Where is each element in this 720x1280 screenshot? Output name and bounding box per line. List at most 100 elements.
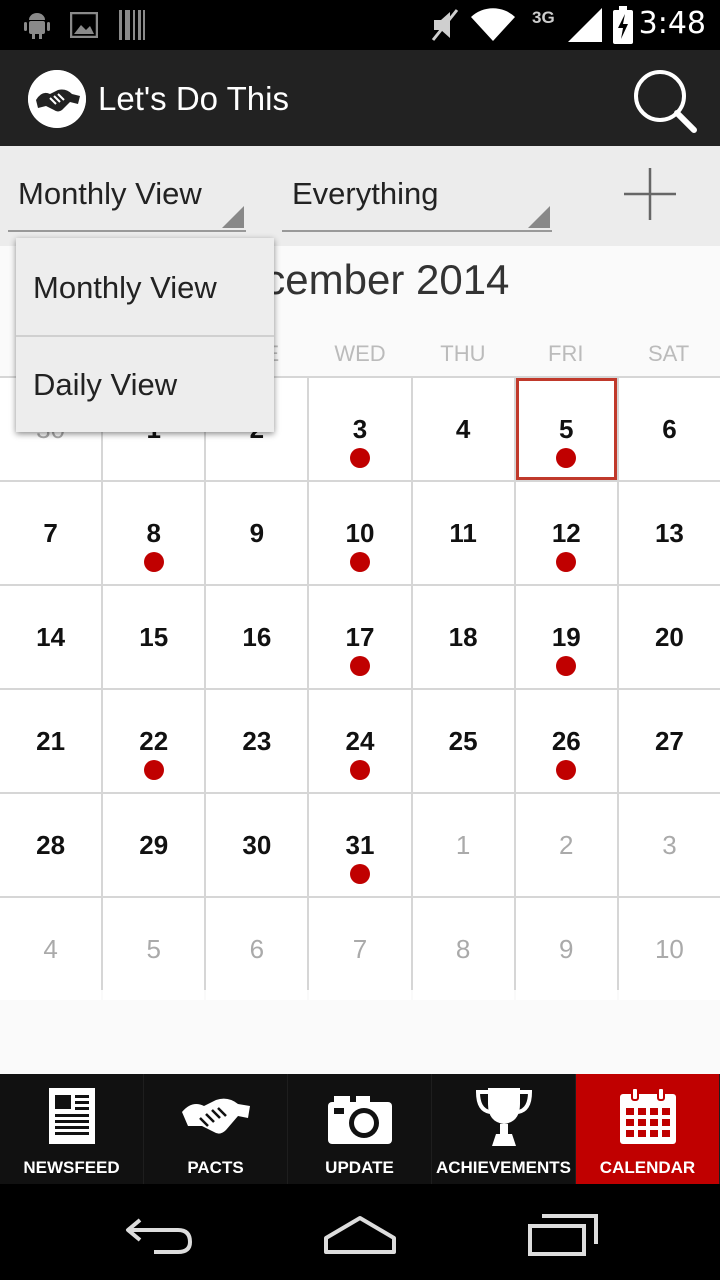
calendar-day[interactable]: 8: [412, 898, 514, 1000]
day-number: 7: [352, 934, 368, 964]
dropdown-triangle-icon: [222, 206, 244, 228]
day-number: 4: [455, 414, 471, 444]
handshake-logo-icon[interactable]: [28, 70, 86, 128]
calendar-day[interactable]: 9: [515, 898, 617, 1000]
home-icon[interactable]: [320, 1204, 400, 1260]
calendar-day[interactable]: 22: [103, 690, 205, 792]
calendar-day[interactable]: 14: [0, 586, 102, 688]
view-spinner-label: Monthly View: [18, 176, 202, 211]
day-number: 8: [455, 934, 471, 964]
calendar-day[interactable]: 20: [618, 586, 720, 688]
calendar-day[interactable]: 3: [309, 378, 411, 480]
newspaper-icon: [48, 1088, 95, 1144]
event-dot: [349, 656, 370, 676]
calendar-day[interactable]: 10: [309, 482, 411, 584]
day-number: 24: [345, 726, 375, 756]
category-spinner[interactable]: Everything: [282, 146, 552, 232]
calendar-day[interactable]: 30: [206, 794, 308, 896]
calendar-day-today[interactable]: 5: [515, 378, 617, 480]
calendar-day[interactable]: 10: [618, 898, 720, 1000]
day-number: 15: [139, 622, 169, 652]
plus-icon[interactable]: [620, 166, 680, 222]
back-icon[interactable]: [120, 1204, 200, 1260]
tab-pacts-label: PACTS: [187, 1158, 244, 1177]
calendar-day[interactable]: 16: [206, 586, 308, 688]
menu-item-daily-view[interactable]: Daily View: [16, 335, 274, 432]
event-dot: [349, 760, 370, 780]
tab-achievements[interactable]: ACHIEVEMENTS: [432, 1074, 576, 1184]
calendar-day[interactable]: 6: [206, 898, 308, 1000]
day-number: 28: [36, 830, 66, 860]
day-number: 3: [352, 414, 368, 444]
calendar-day[interactable]: 9: [206, 482, 308, 584]
calendar-day[interactable]: 5: [103, 898, 205, 1000]
calendar-day[interactable]: 6: [618, 378, 720, 480]
tab-newsfeed-label: NEWSFEED: [23, 1158, 120, 1177]
tab-update-label: UPDATE: [325, 1158, 394, 1177]
calendar-day[interactable]: 7: [309, 898, 411, 1000]
calendar-day[interactable]: 31: [309, 794, 411, 896]
day-number: 10: [654, 934, 684, 964]
day-number: 26: [551, 726, 581, 756]
calendar-day[interactable]: 4: [412, 378, 514, 480]
calendar-day[interactable]: 23: [206, 690, 308, 792]
day-number: 7: [43, 518, 58, 548]
calendar-day[interactable]: 29: [103, 794, 205, 896]
day-number: 20: [654, 622, 684, 652]
day-number: 25: [448, 726, 478, 756]
calendar-day[interactable]: 13: [618, 482, 720, 584]
event-dot: [349, 552, 370, 572]
calendar-day[interactable]: 1: [412, 794, 514, 896]
tab-pacts[interactable]: PACTS: [144, 1074, 288, 1184]
calendar-day[interactable]: 24: [309, 690, 411, 792]
mute-icon: [431, 9, 459, 41]
calendar-day[interactable]: 4: [0, 898, 102, 1000]
event-dot: [556, 760, 577, 780]
weekday-label: SAT: [648, 341, 690, 366]
calendar-day[interactable]: 25: [412, 690, 514, 792]
calendar-day[interactable]: 28: [0, 794, 102, 896]
event-dot: [349, 448, 370, 468]
day-number: 29: [139, 830, 169, 860]
weekday-label: FRI: [548, 341, 584, 366]
day-number: 17: [345, 622, 375, 652]
trophy-icon: [475, 1088, 532, 1146]
event-dot: [556, 448, 577, 468]
calendar-day[interactable]: 26: [515, 690, 617, 792]
day-number: 11: [449, 518, 477, 548]
day-number: 22: [139, 726, 169, 756]
tab-calendar[interactable]: CALENDAR: [576, 1074, 720, 1184]
calendar-day[interactable]: 21: [0, 690, 102, 792]
day-number: 9: [559, 934, 574, 964]
calendar-day[interactable]: 27: [618, 690, 720, 792]
handshake-icon: [181, 1098, 250, 1134]
month-title-visible-part: cember 2014: [264, 256, 510, 303]
search-icon[interactable]: [624, 64, 704, 138]
tab-update[interactable]: UPDATE: [288, 1074, 432, 1184]
calendar-day[interactable]: 18: [412, 586, 514, 688]
calendar-day[interactable]: 17: [309, 586, 411, 688]
menu-item-monthly-view[interactable]: Monthly View: [16, 238, 274, 335]
day-number: 1: [455, 830, 471, 860]
calendar-day[interactable]: 15: [103, 586, 205, 688]
battery-charging-icon: [613, 6, 633, 44]
calendar-day[interactable]: 11: [412, 482, 514, 584]
calendar-day[interactable]: 12: [515, 482, 617, 584]
event-dot: [143, 760, 164, 780]
status-time: 3:48: [638, 6, 706, 41]
calendar-day[interactable]: 3: [618, 794, 720, 896]
day-number: 8: [146, 518, 161, 548]
bottom-nav: NEWSFEED PACTS UPDATE ACHIEVEMENTS CALEN…: [0, 1074, 720, 1184]
calendar-day[interactable]: 7: [0, 482, 102, 584]
tab-newsfeed[interactable]: NEWSFEED: [0, 1074, 144, 1184]
day-number: 23: [242, 726, 272, 756]
event-dot: [349, 864, 370, 884]
recents-icon[interactable]: [524, 1204, 604, 1260]
calendar-day[interactable]: 2: [515, 794, 617, 896]
view-spinner[interactable]: Monthly View: [8, 146, 246, 232]
day-number: 16: [242, 622, 272, 652]
calendar-day[interactable]: 19: [515, 586, 617, 688]
calendar-day[interactable]: 8: [103, 482, 205, 584]
calendar-grid: 3012345678910111213141516171819202122232…: [0, 376, 720, 1000]
system-navigation-bar: [0, 1184, 720, 1280]
